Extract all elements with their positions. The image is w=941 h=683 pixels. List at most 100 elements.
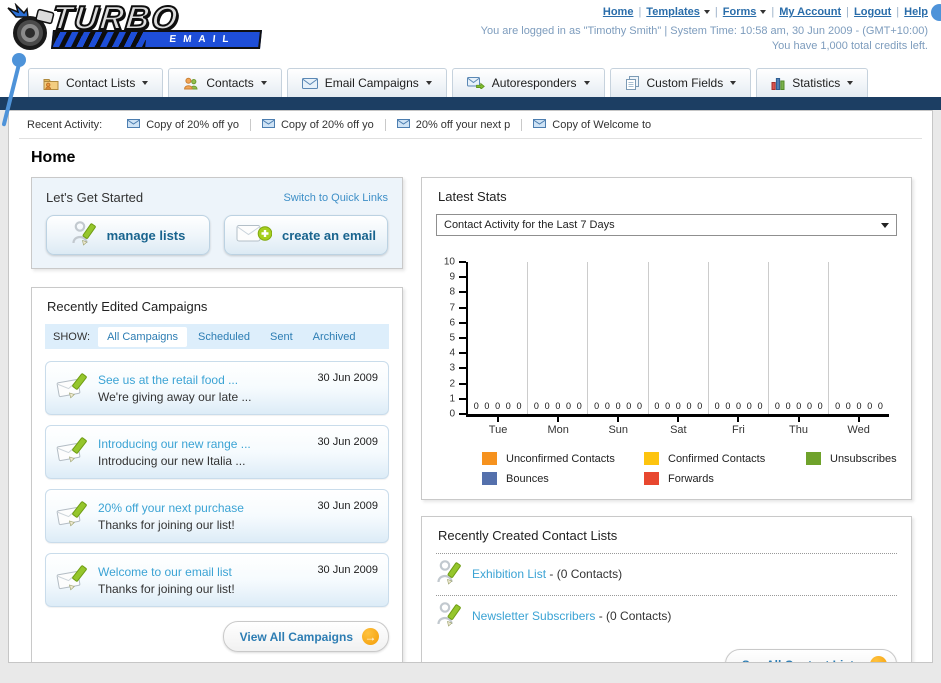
recent-activity-item[interactable]: Copy of 20% off yo: [116, 118, 250, 131]
nav-link-forms[interactable]: Forms: [723, 6, 767, 18]
data-value-label: 0: [736, 401, 742, 411]
chart-plot: 00000000000000000000000000000000000: [466, 262, 889, 417]
legend-item-unconfirmed-contacts: Unconfirmed Contacts: [482, 452, 644, 465]
data-value-label: 0: [856, 401, 862, 411]
x-axis-category: Sun: [588, 417, 648, 436]
dropdown-caret-icon: [703, 10, 710, 14]
recent-activity-item-label: Copy of 20% off yo: [280, 118, 374, 131]
campaign-title-link[interactable]: 20% off your next purchase: [98, 501, 309, 515]
login-info: You are logged in as "Timothy Smith" | S…: [480, 25, 928, 37]
tab-email-campaigns[interactable]: Email Campaigns: [286, 68, 447, 97]
x-axis-category: Fri: [708, 417, 768, 436]
data-value-label: 0: [636, 401, 642, 411]
tab-label: Custom Fields: [646, 76, 724, 90]
header: TURBO EMAIL Home | Templates | Forms | My Acco…: [0, 0, 941, 127]
data-value-label: 0: [845, 401, 851, 411]
campaign-item[interactable]: See us at the retail food ... We're givin…: [45, 361, 389, 415]
envelope-pencil-icon: [56, 564, 90, 596]
data-value-label: 0: [817, 401, 823, 411]
nav-link-label: Logout: [854, 6, 892, 18]
nav-link-home[interactable]: Home: [603, 6, 634, 18]
legend-label: Confirmed Contacts: [668, 452, 766, 465]
person-pencil-icon: [436, 559, 462, 589]
filter-archived[interactable]: Archived: [304, 327, 365, 347]
nav-link-logout[interactable]: Logout: [854, 6, 891, 18]
campaign-item[interactable]: Welcome to our email list Thanks for join…: [45, 553, 389, 607]
nav-link-label: Home: [602, 6, 634, 18]
chart-value-labels: 00000: [829, 401, 888, 411]
mail-small-icon: [127, 118, 141, 131]
nav-link-templates[interactable]: Templates: [646, 6, 710, 18]
y-axis-tick-label: 0: [449, 408, 455, 420]
x-axis-label: Sun: [608, 424, 629, 436]
contact-activity-chart: 0 1 2 3 4 5 6 7 8 9 10 000000000000000000000000000…: [436, 257, 897, 485]
nav-link-label: My Account: [779, 6, 842, 18]
dropdown-caret-icon: [583, 81, 590, 85]
contact-list-name-link[interactable]: Newsletter Subscribers: [472, 609, 595, 623]
x-axis-label: Tue: [488, 424, 508, 436]
recent-activity-item[interactable]: 20% off your next p: [384, 118, 522, 131]
filter-sent[interactable]: Sent: [261, 327, 302, 347]
tab-custom-fields[interactable]: Custom Fields: [609, 68, 752, 97]
navy-divider-bar: [0, 97, 941, 110]
nav-separator: |: [638, 6, 642, 18]
legend-item-unsubscribes: Unsubscribes: [806, 452, 897, 465]
recent-activity-item[interactable]: Copy of 20% off yo: [249, 118, 385, 131]
y-axis-tick-label: 1: [449, 393, 455, 405]
data-value-label: 0: [675, 401, 681, 411]
legend-label: Bounces: [506, 472, 549, 485]
contact-list-item[interactable]: Exhibition List - (0 Contacts): [436, 553, 897, 595]
get-started-header: Let's Get Started Switch to Quick Links: [46, 190, 388, 205]
nav-link-help[interactable]: Help: [904, 6, 928, 18]
stats-period-select[interactable]: Contact Activity for the Last 7 Days: [436, 214, 897, 236]
legend-swatch: [644, 452, 659, 465]
campaign-title-link[interactable]: Welcome to our email list: [98, 565, 309, 579]
y-axis-tick-label: 6: [449, 317, 455, 329]
nav-separator: |: [714, 6, 718, 18]
tab-contact-lists[interactable]: Contact Lists: [28, 68, 164, 97]
see-all-contact-lists-button[interactable]: See All Contact Lists →: [724, 649, 897, 662]
y-axis-tick-mark: [459, 337, 466, 339]
nav-link-label: Templates: [646, 6, 700, 18]
tab-contacts[interactable]: Contacts: [168, 68, 282, 97]
create-an-email-button[interactable]: create an email: [224, 215, 388, 255]
data-value-label: 0: [757, 401, 763, 411]
campaign-date: 30 Jun 2009: [317, 372, 378, 384]
custom-fields-icon: [625, 76, 640, 90]
filter-scheduled[interactable]: Scheduled: [189, 327, 259, 347]
campaign-subtitle: Introducing our new Italia ...: [98, 453, 246, 468]
x-axis-tick-mark: [557, 417, 560, 422]
manage-lists-button[interactable]: manage lists: [46, 215, 210, 255]
latest-stats-title: Latest Stats: [438, 189, 507, 204]
data-value-label: 0: [665, 401, 671, 411]
contact-list-item[interactable]: Newsletter Subscribers - (0 Contacts): [436, 595, 897, 637]
x-axis-category: Mon: [528, 417, 588, 436]
data-value-label: 0: [835, 401, 841, 411]
chart-categories: Tue Mon Sun Sat Fri Thu Wed: [468, 417, 897, 436]
recent-activity-item[interactable]: Copy of Welcome to: [521, 118, 662, 131]
campaign-item[interactable]: Introducing our new range ... Introducing…: [45, 425, 389, 479]
filter-all-campaigns[interactable]: All Campaigns: [98, 326, 187, 347]
data-value-label: 0: [714, 401, 720, 411]
y-axis-tick-label: 9: [449, 271, 455, 283]
campaign-item[interactable]: 20% off your next purchase Thanks for joi…: [45, 489, 389, 543]
legend-item-confirmed-contacts: Confirmed Contacts: [644, 452, 806, 465]
tab-label: Contact Lists: [66, 76, 136, 90]
x-axis-tick-mark: [737, 417, 740, 422]
campaign-title-link[interactable]: Introducing our new range ...: [98, 437, 309, 451]
contact-list-name-link[interactable]: Exhibition List: [472, 567, 546, 581]
x-axis-category: Wed: [829, 417, 889, 436]
tab-autoresponders[interactable]: Autoresponders: [451, 68, 605, 97]
campaign-title-link[interactable]: See us at the retail food ...: [98, 373, 309, 387]
nav-link-my-account[interactable]: My Account: [779, 6, 841, 18]
x-axis-label: Sat: [670, 424, 687, 436]
x-axis-category: Sat: [648, 417, 708, 436]
legend-label: Forwards: [668, 472, 714, 485]
view-all-campaigns-button[interactable]: View All Campaigns →: [222, 621, 389, 652]
create-an-email-label: create an email: [282, 227, 376, 243]
x-axis-label: Wed: [847, 424, 870, 436]
envelope-pencil-icon: [56, 372, 90, 404]
get-started-buttons: manage lists create an email: [46, 215, 388, 255]
switch-to-quick-links-link[interactable]: Switch to Quick Links: [283, 192, 388, 204]
tab-statistics[interactable]: Statistics: [756, 68, 869, 97]
